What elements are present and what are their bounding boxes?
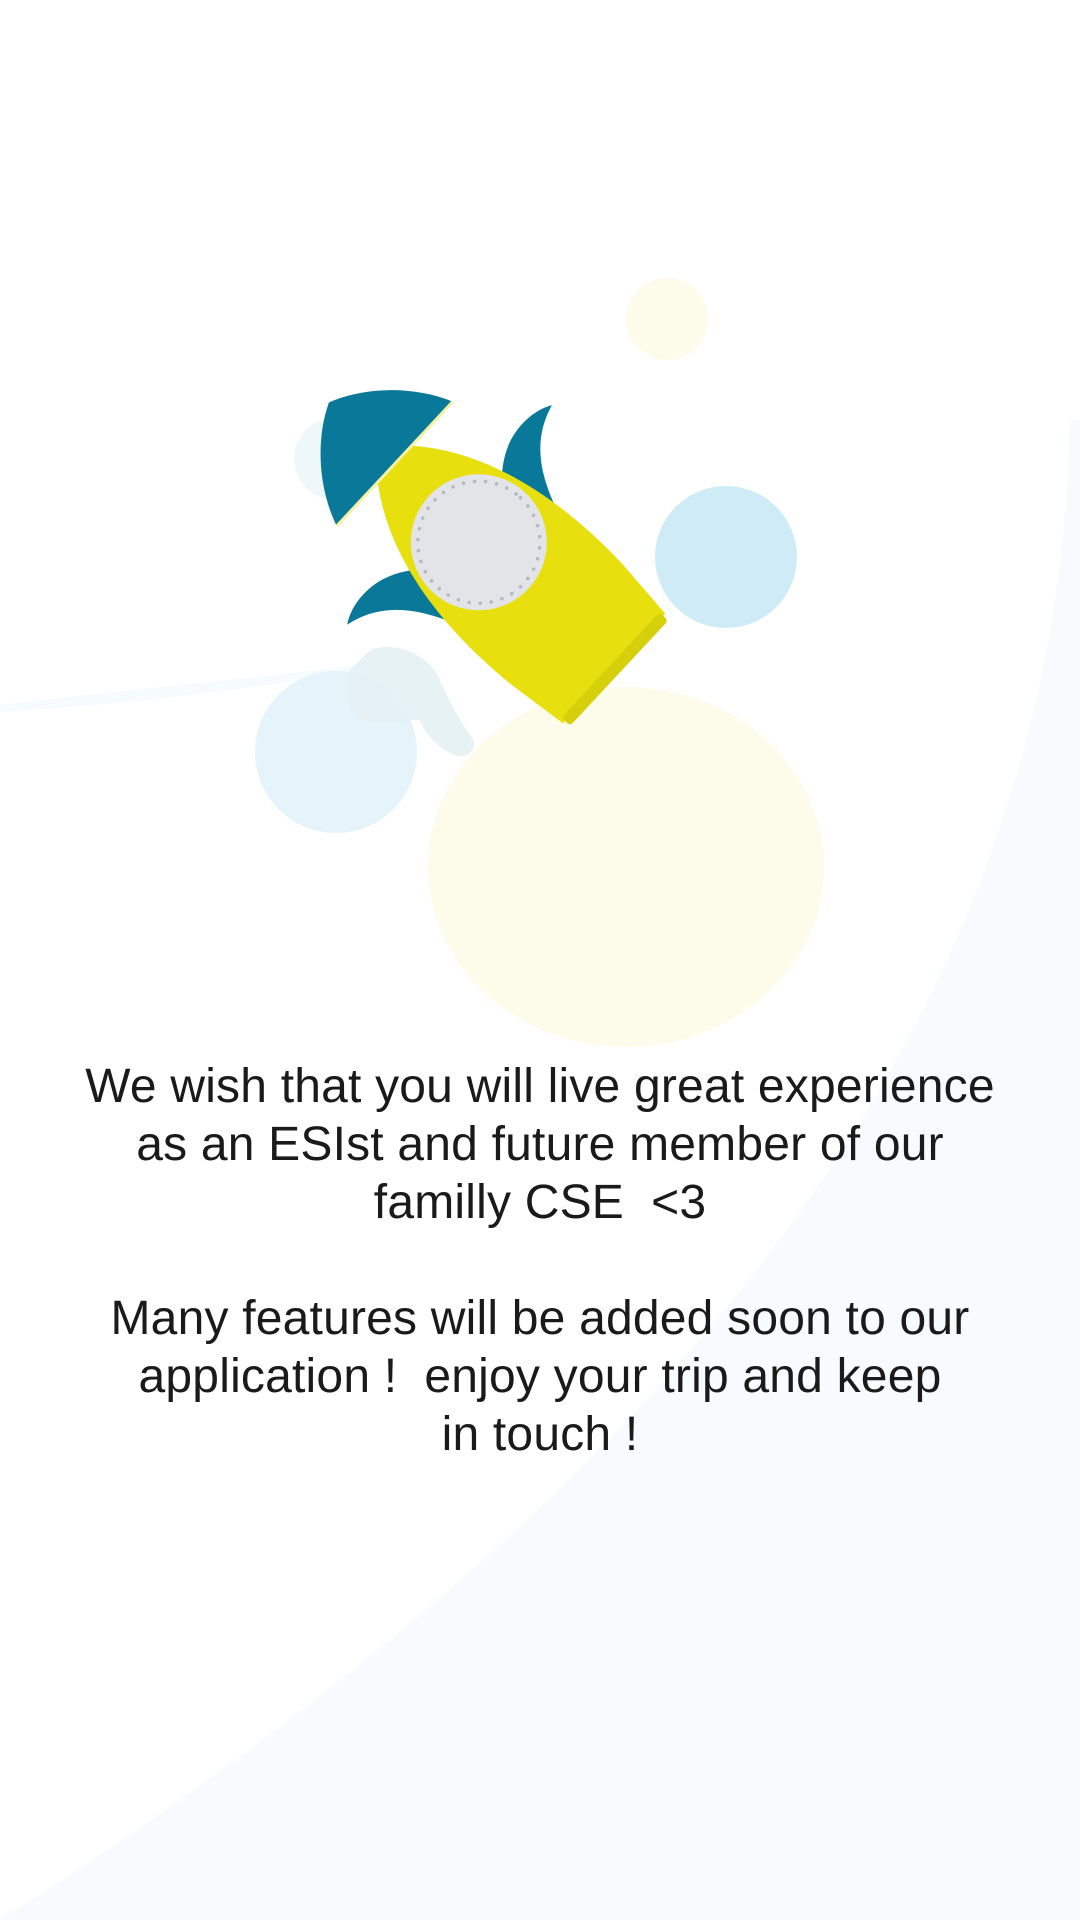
message-paragraph-1: We wish that you will live great experie… xyxy=(40,1058,1040,1232)
bubble-top-pale xyxy=(626,278,708,360)
message-line: familly CSE <3 xyxy=(373,1176,707,1229)
message-line: as an ESIst and future member of our xyxy=(136,1118,944,1171)
bubble-right-blue xyxy=(655,486,797,628)
planet-pale xyxy=(428,687,824,1047)
message-line: We wish that you will live great experie… xyxy=(85,1060,995,1113)
welcome-screen: We wish that you will live great experie… xyxy=(0,0,1080,1920)
message-line: application ! enjoy your trip and keep xyxy=(138,1350,942,1403)
welcome-message: We wish that you will live great experie… xyxy=(40,1058,1040,1464)
message-line: Many features will be added soon to our xyxy=(110,1292,970,1345)
rocket-illustration xyxy=(255,278,824,1047)
message-paragraph-2: Many features will be added soon to our … xyxy=(40,1290,1040,1464)
message-line: in touch ! xyxy=(441,1408,639,1461)
